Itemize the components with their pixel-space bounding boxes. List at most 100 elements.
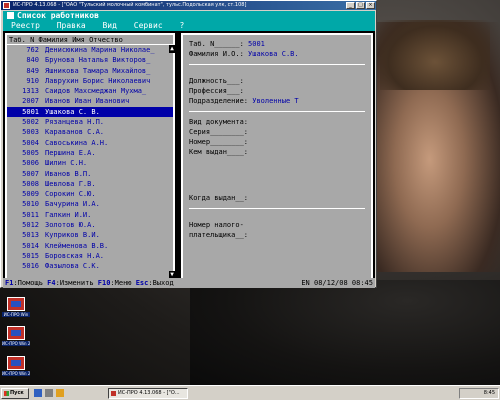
- divider: [189, 64, 365, 65]
- tax-number-label-2: плательщика__:: [189, 231, 249, 239]
- minimize-button[interactable]: _: [346, 2, 355, 9]
- list-item[interactable]: 5015 Боровская Н.А.: [7, 251, 173, 261]
- employee-name: Брунова Наталья Викторов_: [45, 56, 151, 65]
- list-item[interactable]: 5005 Першина Е.А.: [7, 148, 173, 158]
- tax-number-row-1: Номер налого-: [189, 220, 365, 230]
- menu-registry[interactable]: Реестр: [11, 21, 40, 30]
- f4-edit[interactable]: F4:Изменить: [47, 279, 93, 287]
- f1-help[interactable]: F1:Помощь: [5, 279, 43, 287]
- division-label: Подразделение:: [189, 97, 249, 105]
- list-item[interactable]: 5014 Клейменова В.В.: [7, 241, 173, 251]
- list-item[interactable]: 849 Яшникова Тамара Михайлов_: [7, 66, 173, 76]
- list-item[interactable]: 762 Денисюкина Марина Николае_: [7, 45, 173, 55]
- list-item[interactable]: 5016 Фазылова С.К.: [7, 261, 173, 271]
- app-icon: [7, 356, 25, 370]
- esc-exit[interactable]: Esc:Выход: [136, 279, 174, 287]
- list-item[interactable]: 1313 Саидов Махсмеджан Мухма_: [7, 86, 173, 96]
- f10-menu[interactable]: F10:Меню: [98, 279, 132, 287]
- employee-number: 5002: [22, 118, 39, 127]
- position-row: Должность___:: [189, 76, 365, 86]
- list-item[interactable]: 910 Лаврухин Борис Николаевич: [7, 76, 173, 86]
- list-header: Таб. N Фамилия Имя Отчество: [7, 35, 173, 45]
- quicklaunch-desktop-icon[interactable]: [45, 389, 53, 397]
- division-row: Подразделение: Уволенные Т: [189, 96, 365, 106]
- list-item[interactable]: 5003 Караванов С.А.: [7, 127, 173, 137]
- menu-view[interactable]: Вид: [102, 21, 116, 30]
- employee-name: Иванов Иван Иванович: [45, 97, 130, 106]
- desktop-icon-ispro-win[interactable]: ИС-ПРО Win: [2, 297, 30, 317]
- list-item[interactable]: 5011 Галкин И.И.: [7, 210, 173, 220]
- employee-number: 5008: [22, 179, 39, 188]
- profession-row: Профессия___:: [189, 86, 365, 96]
- employee-number: 5014: [22, 241, 39, 250]
- employee-number: 5003: [22, 128, 39, 137]
- fio-value: Ушакова С.В.: [248, 50, 299, 58]
- divider: [189, 111, 365, 112]
- series-row: Серия________:: [189, 127, 365, 137]
- start-button[interactable]: Пуск: [1, 388, 29, 399]
- menu-service[interactable]: Сервис: [134, 21, 163, 30]
- desktop-icon-label: ИС-ПРО Win 2007: [2, 341, 30, 346]
- employee-name: Шевлова Г.В.: [45, 179, 96, 188]
- menu-help[interactable]: ?: [179, 21, 184, 30]
- employee-detail-panel: Таб. N______: 5001 Фамилия И.О.: Ушакова…: [181, 33, 373, 281]
- employee-name: Рязанцева Н.П.: [45, 118, 105, 127]
- position-label: Должность___:: [189, 77, 244, 85]
- quicklaunch-ie-icon[interactable]: [34, 389, 42, 397]
- employee-name: Боровская Н.А.: [45, 251, 105, 260]
- list-item-selected[interactable]: 5001 Ушакова С. В.: [7, 106, 173, 118]
- employee-number: 5016: [22, 262, 39, 271]
- wallpaper-jacket: [190, 280, 500, 385]
- clock[interactable]: 8:45: [484, 390, 495, 396]
- employee-list[interactable]: 762 Денисюкина Марина Николае_ 840 Брунова …: [7, 45, 173, 272]
- window-titlebar[interactable]: ИС-ПРО 4.13.068 - ["ОАО "Тульский молочн…: [1, 1, 376, 10]
- menu-edit[interactable]: Правка: [57, 21, 86, 30]
- doc-type-label: Вид документа:: [189, 118, 249, 126]
- list-item[interactable]: 5002 Рязанцева Н.П.: [7, 117, 173, 127]
- issue-date-row: Когда выдан__:: [189, 193, 365, 203]
- employee-name: Клейменова В.В.: [45, 241, 109, 250]
- wallpaper-hair: [380, 20, 490, 90]
- employee-name: Савоськина А.Н.: [45, 138, 109, 147]
- list-item[interactable]: 5009 Сорокин С.Ю.: [7, 189, 173, 199]
- tab-number-row: Таб. N______: 5001: [189, 39, 365, 49]
- close-button[interactable]: ×: [366, 2, 375, 9]
- desktop-icon-ispro-2007[interactable]: ИС-ПРО Win 2007: [2, 326, 30, 346]
- desktop-icon-label: ИС-ПРО Win: [2, 312, 30, 317]
- maximize-button[interactable]: □: [356, 2, 365, 9]
- list-item[interactable]: 5006 Шилин С.Н.: [7, 158, 173, 168]
- employee-name: Лаврухин Борис Николаевич: [45, 76, 151, 85]
- app-icon: [7, 326, 25, 340]
- issued-by-row: Кем выдан____:: [189, 147, 365, 157]
- app-icon: [3, 2, 10, 9]
- status-indicator: EN 08/12/08 08:45: [301, 279, 373, 287]
- list-item[interactable]: 5010 Бачурина И.А.: [7, 199, 173, 209]
- employee-name: Караванов С.А.: [45, 128, 105, 137]
- scroll-up-icon[interactable]: ▲: [169, 45, 175, 53]
- employee-number: 5006: [22, 159, 39, 168]
- list-item[interactable]: 5004 Савоськина А.Н.: [7, 138, 173, 148]
- quicklaunch-folder-icon[interactable]: [56, 389, 64, 397]
- list-item[interactable]: 5008 Шевлова Г.В.: [7, 179, 173, 189]
- list-item[interactable]: 2007 Иванов Иван Иванович: [7, 96, 173, 106]
- employee-number: 5011: [22, 210, 39, 219]
- tab-number-value: 5001: [248, 40, 265, 48]
- list-item[interactable]: 5012 Золотов Ю.А.: [7, 220, 173, 230]
- app-icon: [7, 297, 25, 311]
- series-label: Серия________:: [189, 128, 249, 136]
- employee-name: Галкин И.И.: [45, 210, 92, 219]
- list-item[interactable]: 5007 Иванов В.П.: [7, 169, 173, 179]
- employee-number: 5009: [22, 190, 39, 199]
- employee-name: Фазылова С.К.: [45, 262, 100, 271]
- list-item[interactable]: 840 Брунова Наталья Викторов_: [7, 55, 173, 65]
- employee-number: 910: [26, 76, 39, 85]
- issue-date-label: Когда выдан__:: [189, 194, 249, 202]
- employee-number: 762: [26, 46, 39, 54]
- window-title: ИС-ПРО 4.13.068 - ["ОАО "Тульский молочн…: [13, 2, 247, 8]
- divider: [189, 208, 365, 209]
- desktop-icon-ispro-2008[interactable]: ИС-ПРО Win 2008: [2, 356, 30, 376]
- list-item[interactable]: 5013 Куприков В.И.: [7, 230, 173, 240]
- window-menu-icon[interactable]: [7, 12, 14, 19]
- employee-name: Ушакова С. В.: [45, 107, 100, 116]
- taskbar-app-button[interactable]: ИС-ПРО 4.13.068 - ["О...: [108, 388, 188, 399]
